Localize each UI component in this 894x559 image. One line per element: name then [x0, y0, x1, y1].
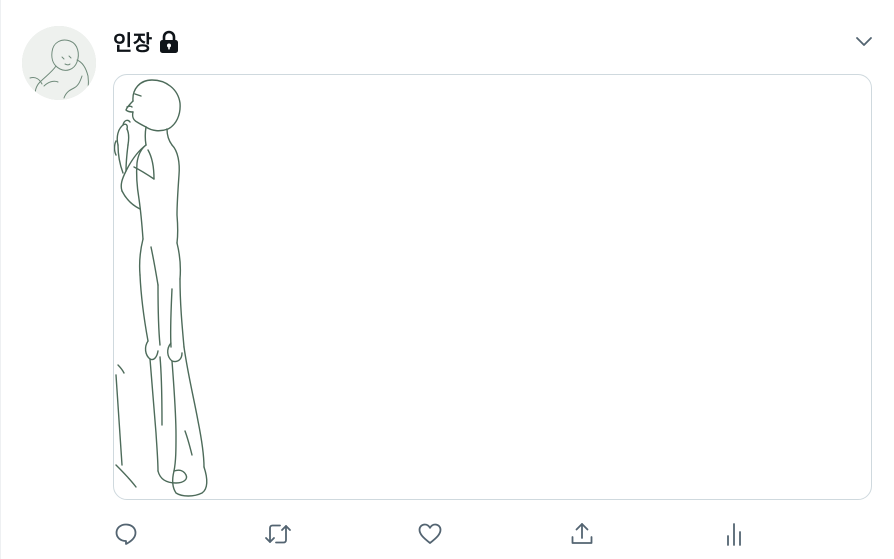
heart-icon[interactable]	[410, 514, 450, 554]
analytics-icon[interactable]	[714, 514, 754, 554]
reply-icon[interactable]	[106, 514, 146, 554]
lock-icon	[157, 29, 181, 55]
avatar[interactable]	[22, 26, 96, 100]
chevron-down-icon[interactable]	[851, 28, 877, 54]
tweet-image[interactable]	[113, 74, 872, 500]
share-icon[interactable]	[562, 514, 602, 554]
tweet-card[interactable]: 인장	[0, 0, 894, 559]
figure-sketch	[114, 79, 208, 497]
tweet-actions	[0, 514, 894, 554]
retweet-icon[interactable]	[258, 514, 298, 554]
display-name[interactable]: 인장	[113, 27, 153, 57]
tweet-header: 인장	[113, 26, 181, 58]
